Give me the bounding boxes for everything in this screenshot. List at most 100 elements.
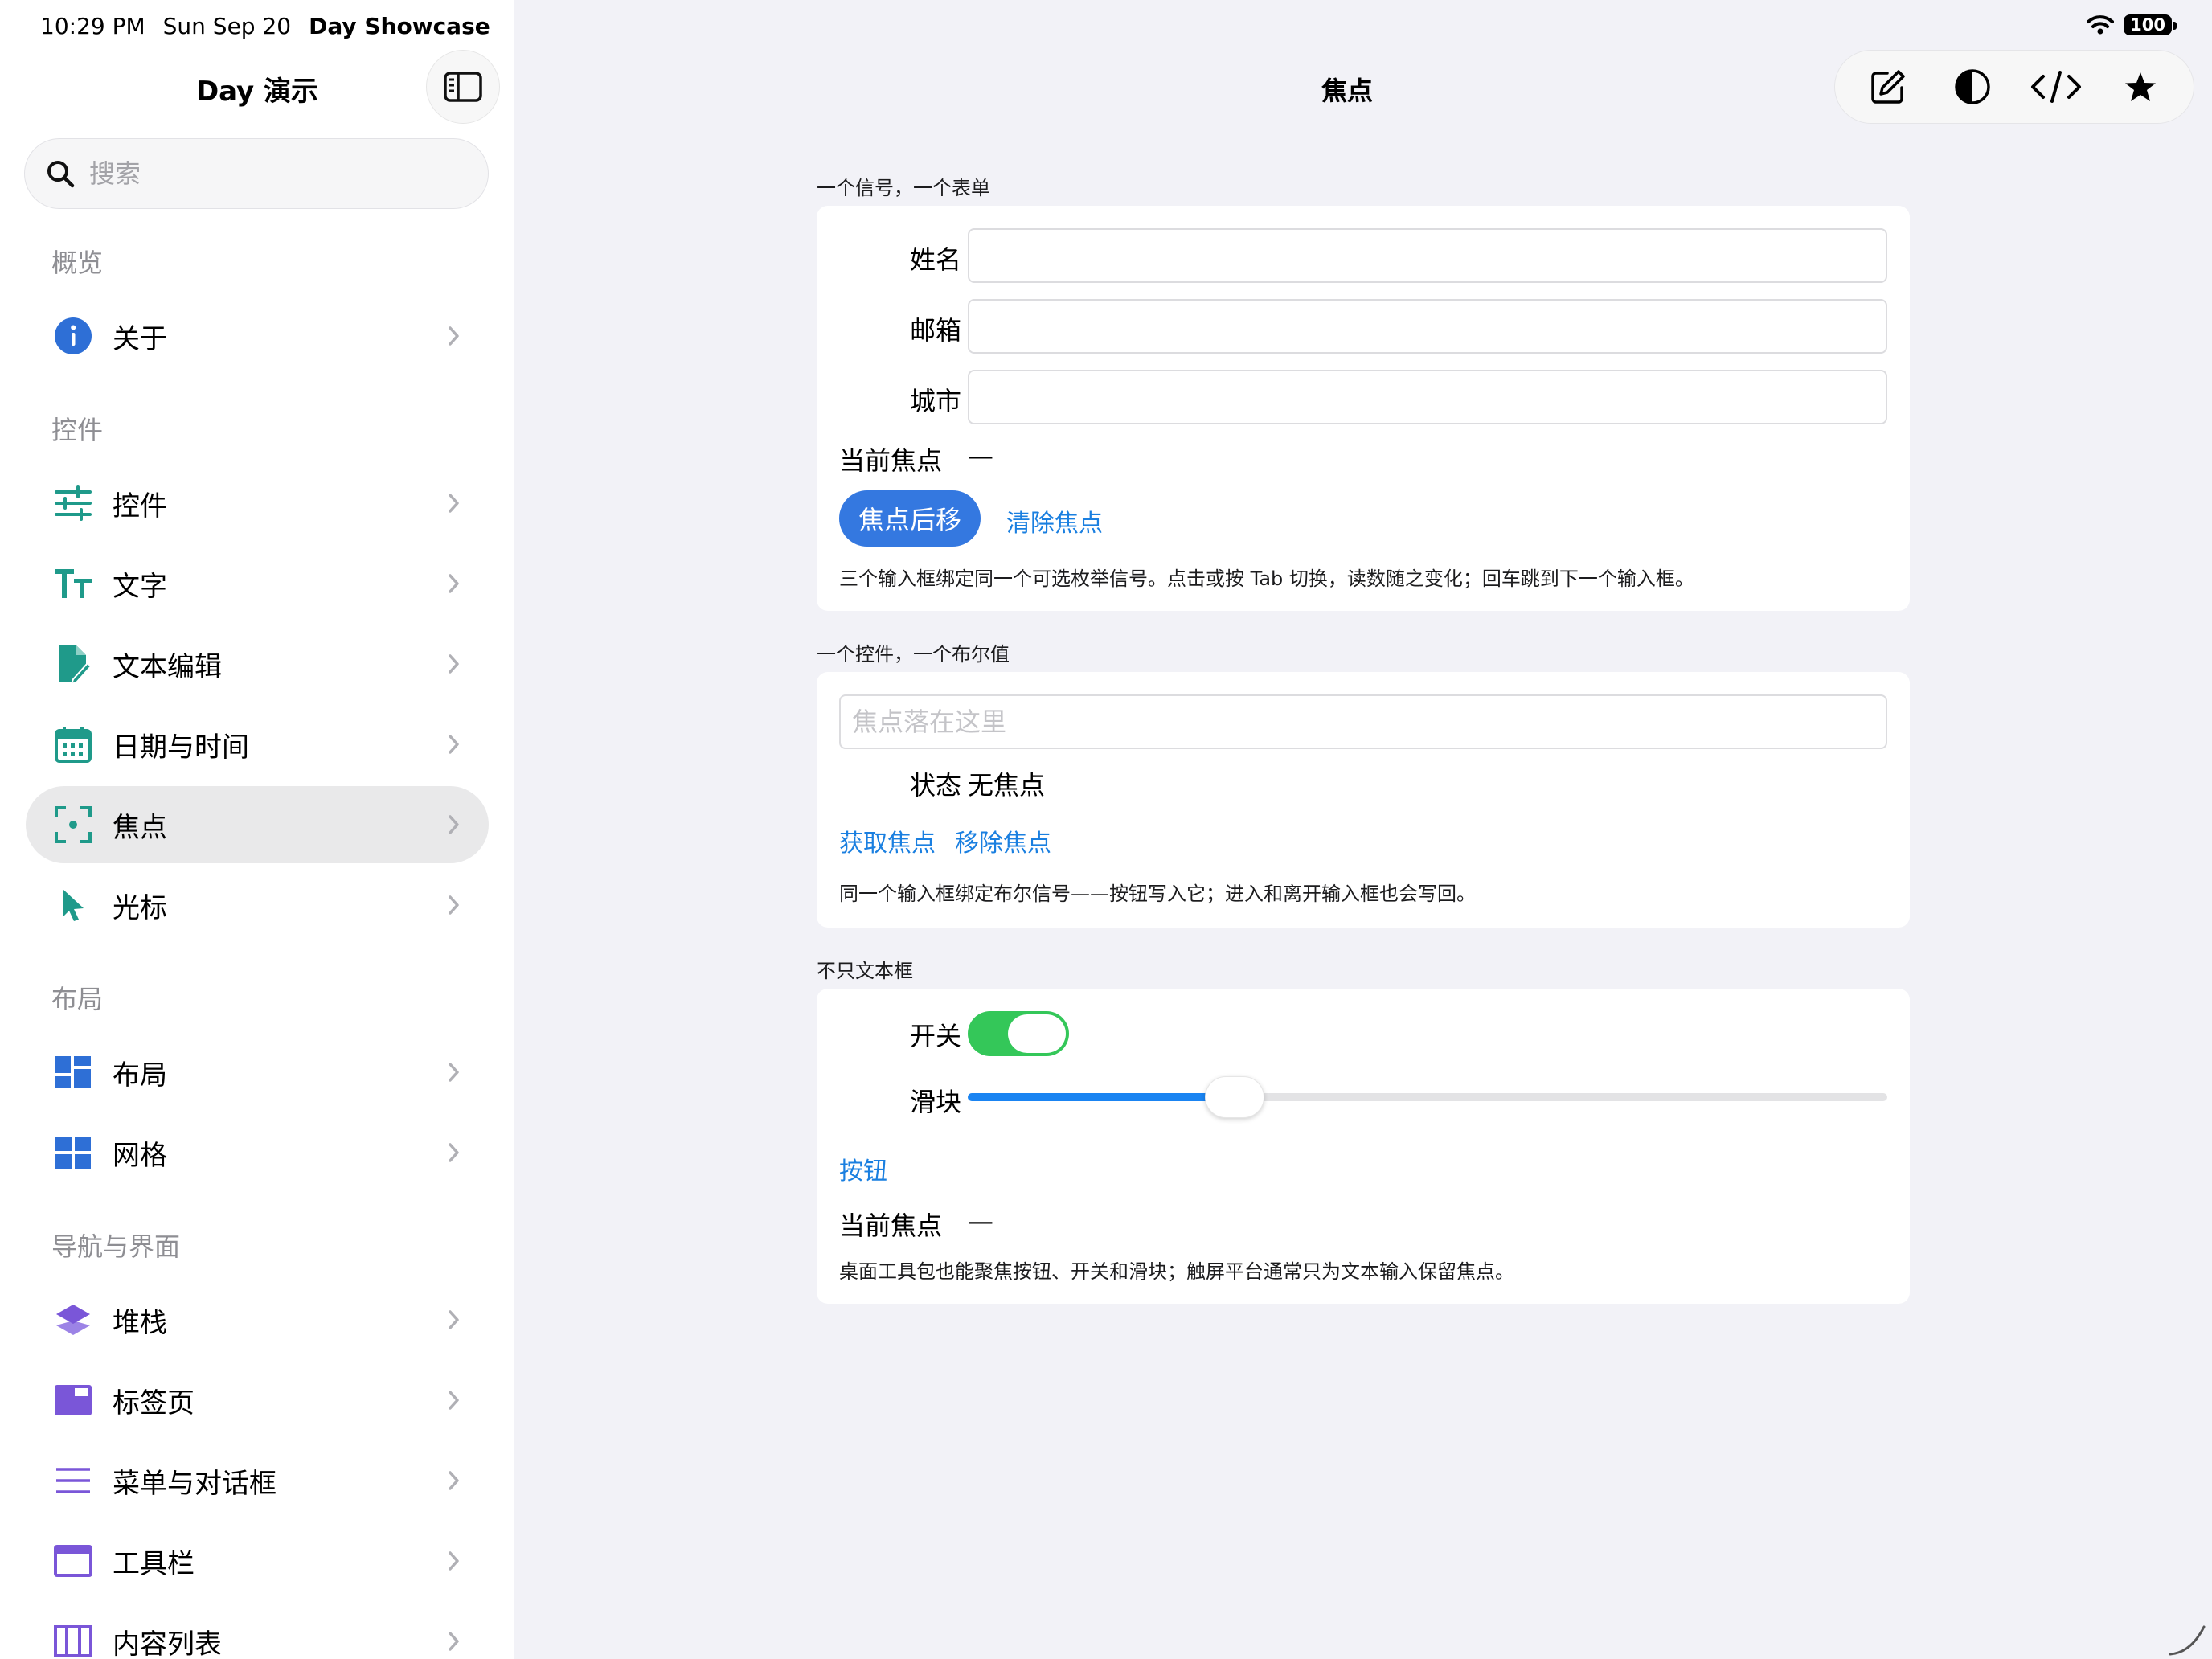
status-time: 10:29 PM xyxy=(40,13,145,39)
star-icon xyxy=(2124,72,2156,101)
form-description: 三个输入框绑定同一个可选枚举信号。点击或按 Tab 切换，读数随之变化；回车跳到… xyxy=(839,567,1694,590)
focus-button[interactable]: 获取焦点 xyxy=(839,823,936,858)
city-field[interactable] xyxy=(968,370,1887,424)
section-label-layout: 布局 xyxy=(51,984,104,1014)
content-list-icon xyxy=(53,1621,93,1659)
sidebar-item-label: 光标 xyxy=(113,891,167,924)
sidebar-item-cursor[interactable]: 光标 xyxy=(26,866,489,944)
wifi-icon xyxy=(2087,15,2115,35)
sidebar-item-about[interactable]: 关于 xyxy=(26,297,489,375)
appearance-button[interactable] xyxy=(1940,55,2005,119)
section-header-beyond-text: 不只文本框 xyxy=(817,960,913,982)
card-beyond-text: 开关 滑块 按钮 当前焦点 — 桌面工具包也能聚焦按钮、开关和滑块；触屏平台通常… xyxy=(817,989,1910,1304)
focus-target-field[interactable] xyxy=(839,694,1887,749)
sidebar-item-label: 日期与时间 xyxy=(113,731,249,764)
calendar-icon xyxy=(53,724,93,764)
search-input[interactable] xyxy=(89,158,459,189)
card-form: 姓名 邮箱 城市 当前焦点 — 焦点后移 清除焦点 三个输入框绑定同一个可选枚举… xyxy=(817,206,1910,611)
sidebar-item-text-editing[interactable]: 文本编辑 xyxy=(26,625,489,703)
search-box[interactable] xyxy=(24,138,489,209)
compose-icon xyxy=(1871,70,1905,104)
sidebar-toggle-icon xyxy=(444,72,482,102)
sidebar-item-label: 菜单与对话框 xyxy=(113,1467,276,1500)
status-right: 100 xyxy=(2087,14,2177,35)
current-focus-label: 当前焦点 xyxy=(839,445,943,476)
chevron-right-icon xyxy=(449,654,459,674)
status-app-name: Day Showcase xyxy=(309,13,490,39)
sidebar-item-layout[interactable]: 布局 xyxy=(26,1034,489,1111)
sidebar-item-focus[interactable]: 焦点 xyxy=(26,786,489,863)
sidebar-toggle-button[interactable] xyxy=(426,50,500,124)
chevron-right-icon xyxy=(449,815,459,834)
switch-knob xyxy=(1008,1014,1066,1053)
code-icon xyxy=(2031,71,2082,103)
favorite-button[interactable] xyxy=(2108,55,2173,119)
clear-focus-button[interactable]: 清除焦点 xyxy=(1006,503,1103,539)
sidebar-item-toolbar[interactable]: 工具栏 xyxy=(26,1522,489,1600)
slider-thumb[interactable] xyxy=(1204,1076,1264,1118)
focus-slider[interactable] xyxy=(968,1076,1887,1118)
sidebar-item-label: 标签页 xyxy=(113,1387,195,1419)
sliders-icon xyxy=(53,483,93,523)
sidebar-item-label: 内容列表 xyxy=(113,1628,222,1659)
focus-switch[interactable] xyxy=(968,1011,1069,1056)
current-focus-value: — xyxy=(968,440,993,471)
chevron-right-icon xyxy=(449,735,459,754)
search-icon xyxy=(47,161,75,188)
chevron-right-icon xyxy=(449,1632,459,1651)
state-label: 状态 xyxy=(909,770,961,801)
chevron-right-icon xyxy=(449,1063,459,1082)
section-label-overview: 概览 xyxy=(51,248,104,278)
compose-button[interactable] xyxy=(1856,55,1920,119)
slider-label: 滑块 xyxy=(909,1087,961,1117)
chevron-right-icon xyxy=(449,1551,459,1571)
beyond-text-description: 桌面工具包也能聚焦按钮、开关和滑块；触屏平台通常只为文本输入保留焦点。 xyxy=(839,1260,1514,1283)
text-size-icon xyxy=(53,563,93,604)
sidebar-item-label: 工具栏 xyxy=(113,1547,195,1580)
main-content: 焦点 一个信号，一个表单 姓名 邮箱 城市 当前焦点 — 焦点后移 清除焦点 三… xyxy=(514,0,2212,1659)
sidebar-item-grid[interactable]: 网格 xyxy=(26,1114,489,1191)
resize-grip-icon xyxy=(2169,1625,2206,1656)
info-icon xyxy=(53,316,93,356)
sidebar-item-label: 堆栈 xyxy=(113,1306,167,1339)
sidebar-item-date-time[interactable]: 日期与时间 xyxy=(26,706,489,783)
sidebar-item-label: 布局 xyxy=(113,1059,167,1092)
name-field[interactable] xyxy=(968,228,1887,283)
section-label-navigation: 导航与界面 xyxy=(51,1231,181,1262)
contrast-icon xyxy=(1955,69,1990,104)
sidebar-item-menus-dialogs[interactable]: 菜单与对话框 xyxy=(26,1442,489,1519)
sidebar-item-text[interactable]: 文字 xyxy=(26,545,489,622)
current-focus-label: 当前焦点 xyxy=(839,1210,943,1241)
chevron-right-icon xyxy=(449,574,459,593)
section-header-boolean: 一个控件，一个布尔值 xyxy=(817,643,1010,666)
sidebar-item-label: 网格 xyxy=(113,1139,167,1172)
switch-label: 开关 xyxy=(909,1021,961,1051)
sidebar-item-label: 关于 xyxy=(113,322,167,355)
chevron-right-icon xyxy=(449,326,459,346)
chevron-right-icon xyxy=(449,494,459,513)
sidebar-item-label: 文本编辑 xyxy=(113,650,222,683)
layout-icon xyxy=(53,1052,93,1092)
cursor-icon xyxy=(53,885,93,925)
source-code-button[interactable] xyxy=(2024,55,2088,119)
sidebar-item-label: 文字 xyxy=(113,570,167,603)
stack-icon xyxy=(53,1300,93,1340)
state-value: 无焦点 xyxy=(968,770,1046,801)
chevron-right-icon xyxy=(449,895,459,915)
sidebar-item-stack[interactable]: 堆栈 xyxy=(26,1281,489,1358)
card-boolean: 状态 无焦点 获取焦点 移除焦点 同一个输入框绑定布尔信号——按钮写入它；进入和… xyxy=(817,672,1910,928)
plain-button[interactable]: 按钮 xyxy=(839,1151,887,1186)
sidebar-item-content-list[interactable]: 内容列表 xyxy=(26,1603,489,1659)
email-field[interactable] xyxy=(968,299,1887,354)
slider-fill xyxy=(968,1093,1235,1101)
sidebar-item-tabs[interactable]: 标签页 xyxy=(26,1362,489,1439)
chevron-right-icon xyxy=(449,1310,459,1329)
field-label-email: 邮箱 xyxy=(909,315,961,346)
document-edit-icon xyxy=(53,644,93,684)
menu-icon xyxy=(53,1460,93,1501)
unfocus-button[interactable]: 移除焦点 xyxy=(955,823,1051,858)
sidebar-item-label: 控件 xyxy=(113,490,167,522)
sidebar-item-label: 焦点 xyxy=(113,811,167,844)
advance-focus-button[interactable]: 焦点后移 xyxy=(839,490,981,547)
sidebar-item-controls[interactable]: 控件 xyxy=(26,465,489,542)
